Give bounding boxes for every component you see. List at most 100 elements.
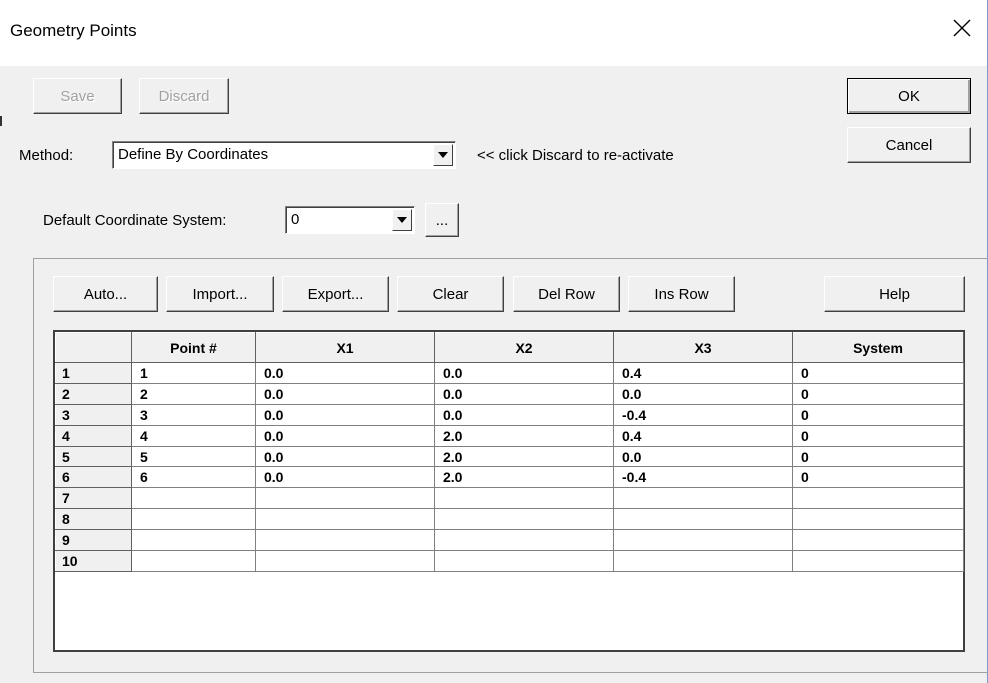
grid-cell-system[interactable]: 0 [792,382,964,405]
method-value: Define By Coordinates [118,146,269,163]
grid-cell-system[interactable] [792,529,964,552]
row-header[interactable]: 7 [55,487,132,510]
grid-cell-x3[interactable]: 0.0 [613,382,793,405]
chevron-down-icon[interactable] [433,144,453,166]
cancel-button[interactable]: Cancel [847,127,971,163]
ok-button[interactable]: OK [847,78,971,114]
grid-cell-system[interactable]: 0 [792,445,964,468]
grid-cell-x1[interactable]: 0.0 [255,403,435,426]
row-header[interactable]: 4 [55,424,132,447]
grid-cell-system[interactable] [792,550,964,572]
grid-cell-system[interactable]: 0 [792,466,964,489]
grid-cell-point[interactable]: 3 [131,403,256,426]
coord-system-label: Default Coordinate System: [43,212,227,229]
row-header[interactable]: 6 [55,466,132,489]
discard-button-label: Discard [158,87,210,105]
grid-cell-x3[interactable]: 0.4 [613,362,793,384]
grid-cell-x3[interactable]: 0.4 [613,424,793,447]
row-header[interactable]: 5 [55,445,132,468]
chevron-down-icon[interactable] [392,209,412,231]
grid-cell-x1[interactable]: 0.0 [255,382,435,405]
row-header[interactable]: 3 [55,403,132,426]
table-row: 4 4 0.0 2.0 0.4 0 [55,424,964,447]
grid-cell-system[interactable] [792,508,964,531]
grid-cell-x3[interactable] [613,529,793,552]
row-header[interactable]: 1 [55,362,132,384]
column-header-x1[interactable]: X1 [255,332,435,363]
grid-cell-x1[interactable] [255,529,435,552]
grid-cell-point[interactable] [131,487,256,510]
method-label: Method: [19,147,74,164]
grid-cell-x2[interactable]: 0.0 [434,403,614,426]
save-button[interactable]: Save [33,78,122,114]
grid-cell-point[interactable] [131,550,256,572]
grid-cell-x3[interactable] [613,550,793,572]
column-header-point[interactable]: Point # [131,332,256,363]
table-row: 1 1 0.0 0.0 0.4 0 [55,362,964,384]
grid-cell-x1[interactable]: 0.0 [255,424,435,447]
grid-cell-x1[interactable] [255,487,435,510]
grid-cell-x2[interactable] [434,508,614,531]
grid-cell-x1[interactable]: 0.0 [255,466,435,489]
grid-cell-system[interactable] [792,487,964,510]
corner-header[interactable] [55,332,132,363]
row-header[interactable]: 2 [55,382,132,405]
grid-cell-x2[interactable]: 0.0 [434,362,614,384]
table-row: 3 3 0.0 0.0 -0.4 0 [55,403,964,426]
grid-cell-point[interactable] [131,529,256,552]
grid-cell-x2[interactable]: 0.0 [434,382,614,405]
grid-cell-x3[interactable] [613,487,793,510]
cancel-button-label: Cancel [885,136,933,154]
coord-system-browse-button[interactable]: ... [425,203,459,237]
del-row-button[interactable]: Del Row [513,276,620,312]
grid-cell-point[interactable]: 6 [131,466,256,489]
grid-cell-x1[interactable] [255,550,435,572]
grid-cell-x2[interactable]: 2.0 [434,445,614,468]
grid-cell-point[interactable] [131,508,256,531]
clear-button[interactable]: Clear [397,276,504,312]
grid-cell-system[interactable]: 0 [792,362,964,384]
import-button[interactable]: Import... [166,276,274,312]
column-header-system[interactable]: System [792,332,964,363]
row-header[interactable]: 8 [55,508,132,531]
grid-cell-x3[interactable]: -0.4 [613,403,793,426]
method-select[interactable]: Define By Coordinates [112,141,456,169]
coord-system-select[interactable]: 0 [285,206,415,234]
grid-cell-x2[interactable]: 2.0 [434,424,614,447]
export-button[interactable]: Export... [282,276,389,312]
discard-button[interactable]: Discard [139,78,229,114]
grid-cell-x2[interactable] [434,550,614,572]
column-header-x3[interactable]: X3 [613,332,793,363]
browse-button-label: ... [435,211,449,229]
ins-row-button[interactable]: Ins Row [628,276,735,312]
grid-cell-point[interactable]: 1 [131,362,256,384]
grid-cell-point[interactable]: 2 [131,382,256,405]
grid-cell-x3[interactable]: 0.0 [613,445,793,468]
grid-cell-system[interactable]: 0 [792,424,964,447]
close-icon[interactable] [950,16,974,40]
row-header[interactable]: 10 [55,550,132,572]
column-header-x2[interactable]: X2 [434,332,614,363]
grid-cell-x3[interactable] [613,508,793,531]
coord-system-value: 0 [291,211,300,228]
help-button-label: Help [879,285,910,303]
grid-cell-x2[interactable] [434,487,614,510]
grid-cell-point[interactable]: 5 [131,445,256,468]
grid-cell-system[interactable]: 0 [792,403,964,426]
geometry-points-dialog: Geometry Points Save Discard OK Cancel M… [0,0,988,683]
grid-header-row: Point # X1 X2 X3 System [55,332,964,363]
grid-cell-x2[interactable]: 2.0 [434,466,614,489]
points-grid[interactable]: Point # X1 X2 X3 System 1 1 0.0 0.0 0.4 0 2 2 0.… [53,330,965,652]
auto-button[interactable]: Auto... [53,276,158,312]
grid-cell-x1[interactable]: 0.0 [255,445,435,468]
grid-cell-x1[interactable] [255,508,435,531]
grid-cell-x2[interactable] [434,529,614,552]
grid-cell-point[interactable]: 4 [131,424,256,447]
auto-button-label: Auto... [83,285,128,303]
help-button[interactable]: Help [824,276,965,312]
grid-cell-x1[interactable]: 0.0 [255,362,435,384]
grid-cell-x3[interactable]: -0.4 [613,466,793,489]
ok-button-label: OK [898,87,920,105]
row-header[interactable]: 9 [55,529,132,552]
window-edge-mark [0,116,2,126]
